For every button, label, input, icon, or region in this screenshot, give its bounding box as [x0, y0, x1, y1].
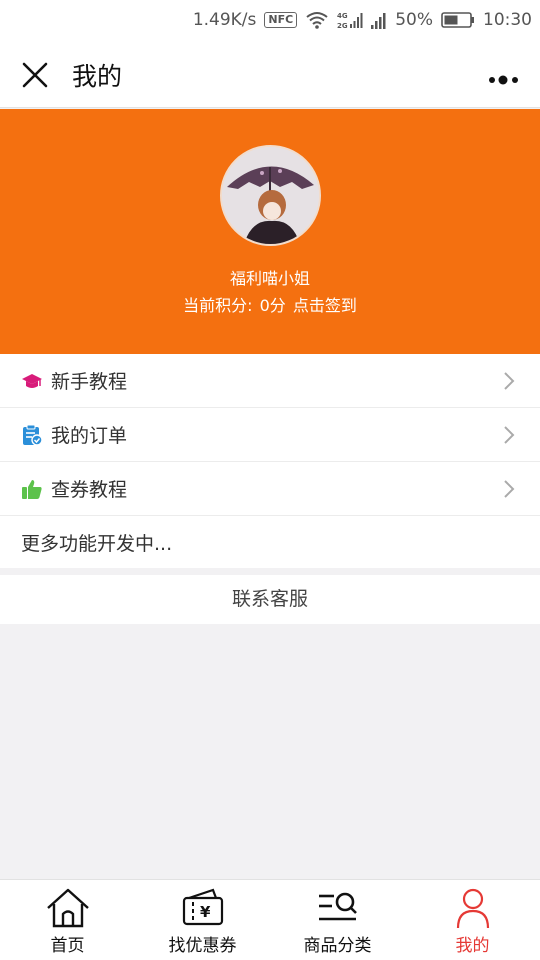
- tab-mine[interactable]: 我的: [405, 880, 540, 960]
- svg-text:4G: 4G: [337, 12, 348, 20]
- contact-service-button[interactable]: 联系客服: [0, 575, 540, 624]
- points-label: 当前积分:: [183, 296, 253, 315]
- nav-bar: 我的: [0, 40, 540, 108]
- signal-icon: [371, 11, 387, 29]
- tab-label: 找优惠券: [168, 936, 237, 956]
- thumbs-up-icon: [21, 478, 43, 500]
- category-search-icon: [318, 892, 357, 921]
- signal-4g-icon: 4G 2G: [337, 10, 363, 30]
- page-title: 我的: [72, 62, 123, 91]
- tab-label: 首页: [50, 936, 85, 956]
- tab-label: 商品分类: [303, 936, 372, 956]
- status-bar: 1.49K/s NFC 4G 2G 50% 10:30: [0, 0, 540, 40]
- points-value: 0分: [259, 296, 286, 315]
- user-points: 当前积分: 0分 点击签到: [0, 292, 540, 316]
- tab-home[interactable]: 首页: [0, 880, 135, 960]
- order-clipboard-icon: [21, 424, 43, 446]
- clock: 10:30: [483, 10, 532, 30]
- user-icon: [456, 888, 489, 929]
- close-icon[interactable]: [20, 60, 50, 90]
- menu-list: 新手教程 我的订单 查券教程 更多功能开发中...: [0, 354, 540, 568]
- chevron-right-icon: [502, 371, 516, 391]
- tab-coupons[interactable]: ¥ 找优惠券: [135, 880, 270, 960]
- tab-label: 我的: [455, 936, 490, 956]
- more-dots-icon[interactable]: [488, 70, 520, 85]
- chevron-right-icon: [502, 425, 516, 445]
- menu-item-orders[interactable]: 我的订单: [0, 408, 540, 462]
- home-icon: [46, 888, 89, 928]
- graduation-cap-icon: [21, 370, 43, 392]
- profile-header: 福利喵小姐 当前积分: 0分 点击签到: [0, 109, 540, 354]
- coupon-wallet-icon: ¥: [182, 888, 223, 926]
- tab-bar: 首页 ¥ 找优惠券 商品分类 我的: [0, 879, 540, 960]
- chevron-right-icon: [502, 479, 516, 499]
- user-name: 福利喵小姐: [229, 269, 310, 288]
- svg-text:¥: ¥: [200, 903, 211, 921]
- menu-item-label: 查券教程: [51, 479, 128, 501]
- nfc-icon: NFC: [264, 12, 298, 28]
- menu-item-tutorial[interactable]: 新手教程: [0, 354, 540, 408]
- svg-text:2G: 2G: [337, 22, 348, 30]
- menu-item-label: 我的订单: [51, 425, 128, 447]
- wifi-icon: [305, 11, 329, 29]
- menu-item-label: 新手教程: [51, 371, 128, 393]
- checkin-link[interactable]: 点击签到: [293, 296, 357, 315]
- battery-icon: [441, 12, 475, 28]
- avatar[interactable]: [220, 145, 321, 246]
- network-speed: 1.49K/s: [192, 10, 257, 30]
- menu-item-coupon-tutorial[interactable]: 查券教程: [0, 462, 540, 516]
- more-features-text: 更多功能开发中...: [21, 532, 173, 555]
- tab-categories[interactable]: 商品分类: [270, 880, 405, 960]
- battery-percent: 50%: [395, 10, 433, 30]
